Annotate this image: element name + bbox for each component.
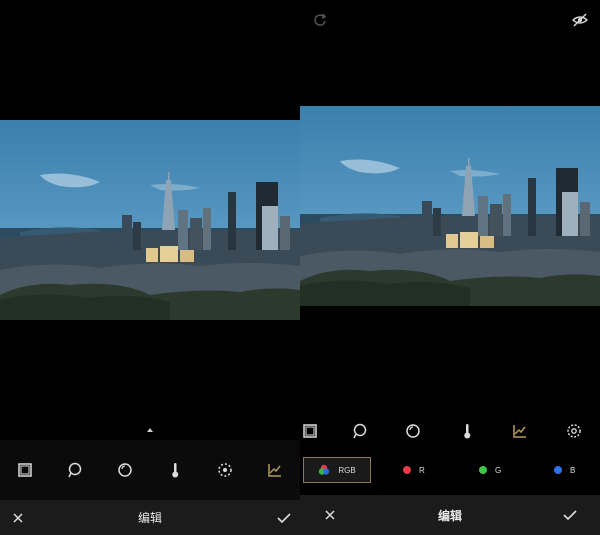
blue-dot-icon: [554, 466, 562, 474]
channel-label: G: [495, 465, 502, 475]
photo-preview[interactable]: [300, 106, 600, 306]
rgb-icon: [319, 464, 330, 475]
screen-title: 编辑: [137, 511, 162, 525]
channel-rgb[interactable]: RGB: [303, 457, 371, 483]
tone-icon[interactable]: [113, 458, 137, 482]
curves-icon[interactable]: [508, 419, 532, 443]
left-tool-row: [0, 440, 300, 500]
eye-off-icon[interactable]: [568, 8, 592, 32]
channel-selector: RGB R G B: [300, 457, 600, 483]
crop-icon[interactable]: [300, 419, 322, 443]
channel-label: R: [419, 465, 425, 475]
settings-icon[interactable]: [562, 419, 586, 443]
red-dot-icon: [403, 466, 411, 474]
screen-title: 编辑: [437, 508, 462, 523]
bottom-bar: 编辑: [0, 500, 300, 535]
confirm-icon[interactable]: [272, 506, 296, 530]
crop-icon[interactable]: [13, 458, 37, 482]
expand-handle-icon[interactable]: [147, 428, 153, 432]
channel-label: B: [570, 465, 576, 475]
confirm-icon[interactable]: [558, 503, 582, 527]
thermometer-icon[interactable]: [455, 419, 479, 443]
left-screen: 编辑: [0, 0, 300, 535]
focus-icon[interactable]: [213, 458, 237, 482]
green-dot-icon: [479, 466, 487, 474]
bottom-bar: 编辑: [300, 495, 600, 535]
curves-icon[interactable]: [263, 458, 287, 482]
lasso-icon[interactable]: [348, 419, 372, 443]
right-screen: RGB R G B 编辑: [300, 0, 600, 535]
redo-icon[interactable]: [308, 8, 332, 32]
lasso-icon[interactable]: [63, 458, 87, 482]
photo-preview[interactable]: [0, 120, 300, 320]
channel-g[interactable]: G: [479, 457, 501, 483]
channel-label: RGB: [338, 465, 356, 475]
thermometer-icon[interactable]: [163, 458, 187, 482]
tone-icon[interactable]: [401, 419, 425, 443]
channel-b[interactable]: B: [554, 457, 575, 483]
channel-r[interactable]: R: [403, 457, 425, 483]
